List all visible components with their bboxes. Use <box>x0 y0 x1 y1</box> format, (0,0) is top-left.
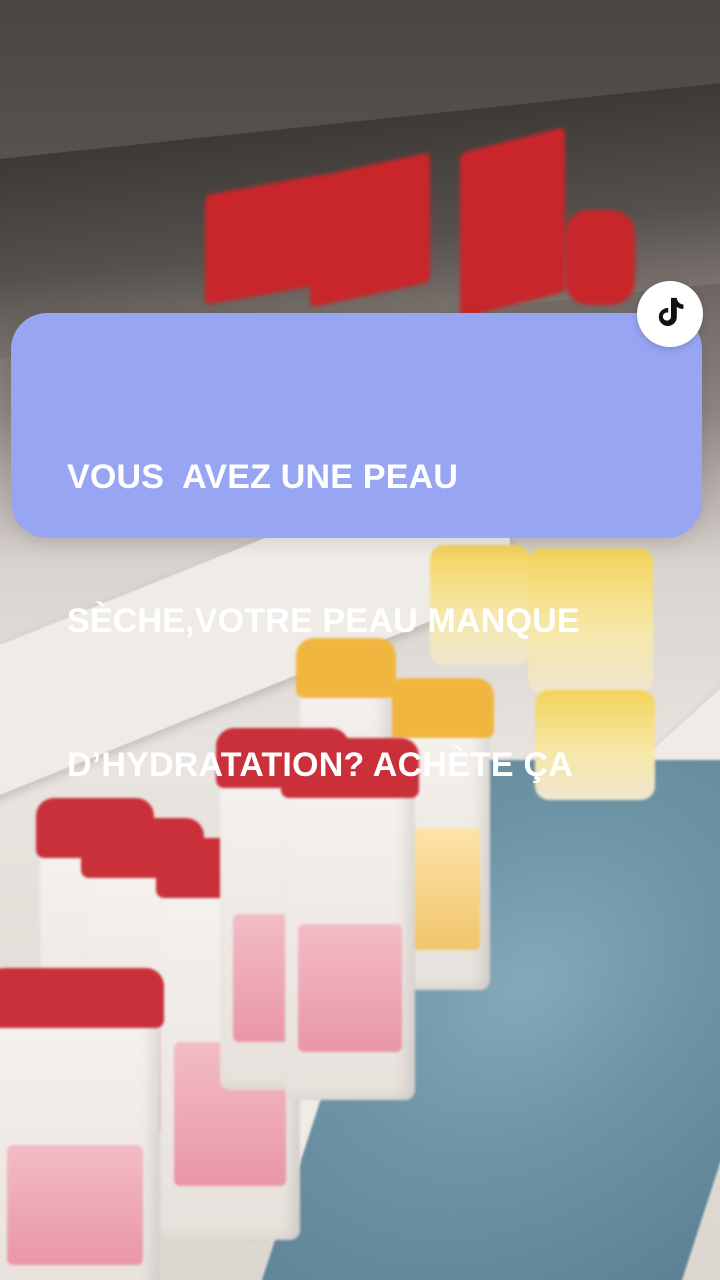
product-box <box>565 210 635 305</box>
tiktok-badge[interactable] <box>637 281 703 347</box>
caption-bubble: VOUS AVEZ UNE PEAU SÈCHE,VOTRE PEAU MANQ… <box>11 313 702 784</box>
caption-text: VOUS AVEZ UNE PEAU SÈCHE,VOTRE PEAU MANQ… <box>67 357 687 885</box>
product-box <box>205 174 320 306</box>
tiktok-logo-icon <box>653 295 687 334</box>
caption-line-2: SÈCHE,VOTRE PEAU MANQUE <box>67 602 580 640</box>
video-frame: VOUS AVEZ UNE PEAU SÈCHE,VOTRE PEAU MANQ… <box>0 0 720 1280</box>
lotion-bottle <box>0 968 164 1280</box>
product-box <box>310 152 430 308</box>
caption-line-3: D’HYDRATATION? ACHÈTE ÇA <box>67 746 573 784</box>
product-box <box>460 126 565 319</box>
caption-line-1: VOUS AVEZ UNE PEAU <box>67 458 459 496</box>
